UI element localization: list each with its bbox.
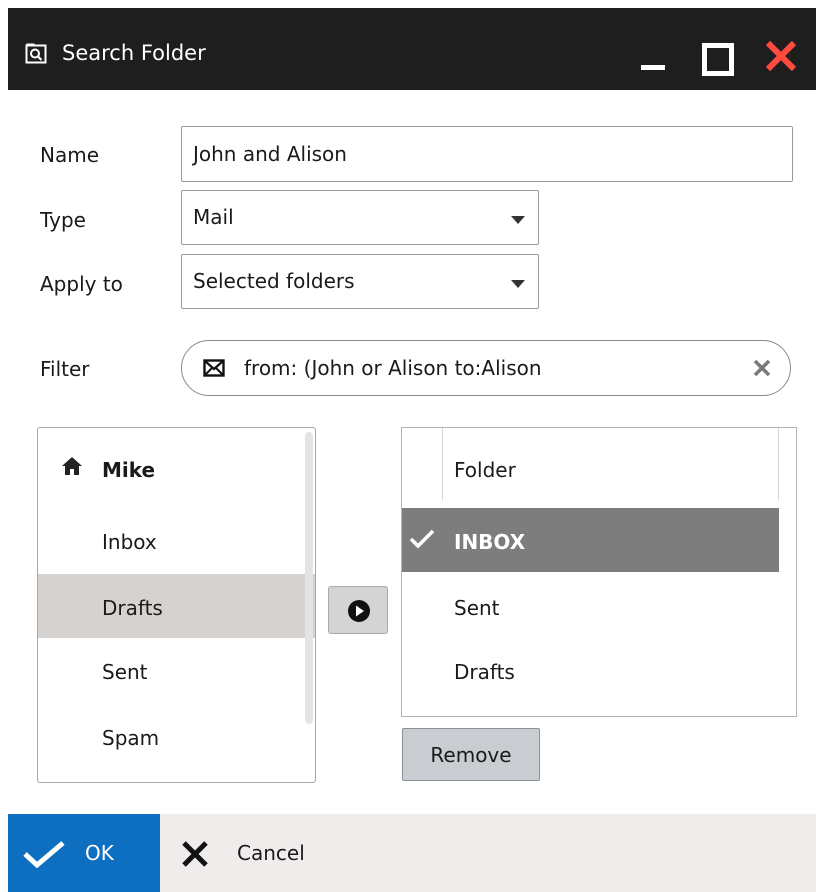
checkmark-icon — [409, 529, 435, 549]
tree-item-drafts[interactable]: Drafts — [38, 574, 315, 638]
apply-to-select-value: Selected folders — [193, 269, 355, 293]
home-icon — [62, 457, 82, 475]
tree-item-label: Inbox — [102, 530, 157, 554]
selected-folders-list[interactable]: Folder INBOX Sent Drafts — [401, 427, 797, 717]
minimize-button[interactable] — [636, 30, 684, 78]
apply-to-label: Apply to — [40, 272, 123, 296]
chevron-down-icon — [511, 216, 525, 224]
clear-filter-icon[interactable] — [752, 358, 772, 378]
cancel-button[interactable]: Cancel — [160, 814, 360, 892]
name-input[interactable]: John and Alison — [181, 126, 793, 182]
list-row-label: Drafts — [454, 660, 515, 684]
tree-item-label: Sent — [102, 660, 148, 684]
tree-item-inbox[interactable]: Inbox — [38, 508, 315, 572]
dialog-footer: OK Cancel — [8, 814, 816, 892]
type-select[interactable]: Mail — [181, 190, 539, 245]
list-row-drafts[interactable]: Drafts — [402, 640, 779, 704]
type-label: Type — [40, 208, 86, 232]
cancel-button-label: Cancel — [237, 841, 305, 865]
type-select-value: Mail — [193, 205, 234, 229]
apply-to-select[interactable]: Selected folders — [181, 254, 539, 309]
list-row-sent[interactable]: Sent — [402, 574, 779, 638]
close-button[interactable] — [760, 30, 808, 78]
maximize-button[interactable] — [698, 30, 746, 78]
tree-root-label: Mike — [102, 458, 156, 482]
tree-scrollbar[interactable] — [305, 432, 313, 724]
ok-button-label: OK — [85, 841, 114, 865]
play-circle-icon — [348, 600, 370, 622]
add-folder-button[interactable] — [328, 586, 388, 634]
list-row-label: Sent — [454, 596, 500, 620]
x-icon — [182, 841, 208, 867]
tree-item-label: Spam — [102, 726, 160, 750]
tree-item-sent[interactable]: Sent — [38, 640, 315, 704]
name-label: Name — [40, 143, 100, 167]
folder-tree[interactable]: Mike Inbox Drafts Sent Spam — [37, 427, 316, 783]
mail-icon — [203, 359, 225, 377]
folder-column-header: Folder — [454, 458, 516, 482]
list-row-inbox[interactable]: INBOX — [402, 508, 779, 572]
filter-label: Filter — [40, 357, 90, 381]
remove-button-label: Remove — [430, 743, 512, 767]
filter-chip[interactable]: from: (John or Alison to:Alison — [181, 340, 791, 396]
name-input-value: John and Alison — [193, 142, 347, 166]
ok-button[interactable]: OK — [8, 814, 160, 892]
search-folder-icon — [25, 43, 47, 64]
checkmark-icon — [23, 841, 65, 868]
tree-item-spam[interactable]: Spam — [38, 706, 315, 770]
tree-item-label: Drafts — [102, 596, 163, 620]
tree-root-mike[interactable]: Mike — [38, 436, 315, 500]
close-icon — [765, 40, 797, 72]
window-title: Search Folder — [62, 41, 206, 65]
remove-button[interactable]: Remove — [402, 728, 540, 781]
chevron-down-icon — [511, 280, 525, 288]
column-divider — [778, 428, 779, 500]
list-row-label: INBOX — [454, 530, 526, 554]
title-bar[interactable]: Search Folder — [8, 8, 816, 90]
column-divider — [442, 428, 443, 500]
filter-value: from: (John or Alison to:Alison — [244, 356, 542, 380]
